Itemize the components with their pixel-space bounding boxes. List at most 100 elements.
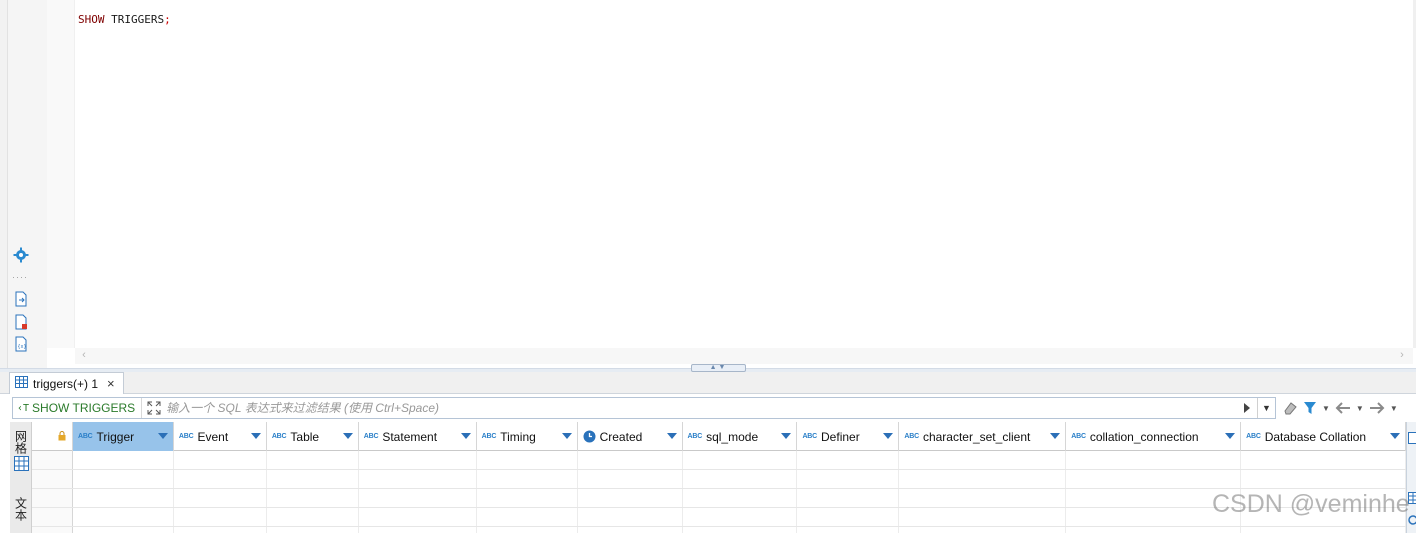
table-cell[interactable] [477,489,578,507]
table-cell[interactable] [359,508,477,526]
column-header-statement[interactable]: ABC Statement [359,422,477,451]
column-header-sql-mode[interactable]: ABC sql_mode [683,422,798,451]
table-cell[interactable] [899,527,1067,533]
table-cell[interactable] [683,508,798,526]
table-cell[interactable] [683,489,798,507]
table-cell[interactable] [578,527,683,533]
column-menu-icon[interactable] [1225,433,1236,439]
table-cell[interactable] [267,470,359,488]
table-cell[interactable] [797,470,900,488]
table-cell[interactable] [1241,451,1406,469]
table-cell[interactable] [359,527,477,533]
table-cell[interactable] [797,508,900,526]
scroll-left-icon[interactable]: ‹ [77,348,91,364]
filter-options-chevron-icon[interactable]: ▼ [1322,399,1330,417]
sql-editor[interactable]: SHOW TRIGGERS; [75,0,1413,348]
table-cell[interactable] [477,508,578,526]
source-query-label[interactable]: ‹T SHOW TRIGGERS [13,398,143,418]
column-menu-icon[interactable] [157,433,168,439]
editor-horizontal-scrollbar[interactable]: ‹ › [75,348,1413,364]
table-cell[interactable] [578,489,683,507]
table-cell[interactable] [359,489,477,507]
column-header-timing[interactable]: ABC Timing [477,422,578,451]
view-tab-grid[interactable]: 网格 [10,430,32,474]
table-cell[interactable] [73,470,174,488]
table-cell[interactable] [683,527,798,533]
navigate-back-icon[interactable] [1335,399,1351,417]
apply-filter-icon[interactable] [1237,398,1257,418]
filter-expression-input[interactable] [166,401,1237,415]
table-cell[interactable] [797,451,900,469]
new-script-icon[interactable] [12,290,30,308]
clear-filter-icon[interactable] [1282,399,1298,417]
table-cell[interactable] [174,470,267,488]
table-cell[interactable] [578,470,683,488]
table-cell[interactable] [578,451,683,469]
table-cell[interactable] [174,508,267,526]
table-cell[interactable] [797,489,900,507]
table-cell[interactable] [174,489,267,507]
column-menu-icon[interactable] [250,433,261,439]
filter-history-dropdown[interactable]: ▼ [1257,398,1275,418]
table-cell[interactable] [1066,527,1242,533]
column-menu-icon[interactable] [342,433,353,439]
column-header-trigger[interactable]: ABC Trigger [72,422,174,451]
column-menu-icon[interactable] [781,433,792,439]
expand-filter-icon[interactable] [142,398,166,418]
column-menu-icon[interactable] [883,433,894,439]
column-header-database-collation[interactable]: ABC Database Collation [1241,422,1406,451]
column-header-definer[interactable]: ABC Definer [797,422,900,451]
script-error-icon[interactable] [12,313,30,331]
column-header-table[interactable]: ABC Table [267,422,359,451]
close-icon[interactable]: × [107,377,115,390]
table-cell[interactable] [267,527,359,533]
column-header-event[interactable]: ABC Event [174,422,267,451]
table-cell[interactable] [1066,451,1242,469]
column-header-created[interactable]: Created [578,422,683,451]
table-cell[interactable] [797,527,900,533]
table-cell[interactable] [73,527,174,533]
scroll-right-icon[interactable]: › [1395,348,1409,364]
table-cell[interactable] [267,508,359,526]
table-cell[interactable] [73,451,174,469]
settings-gear-icon[interactable] [12,246,30,264]
row-number-header[interactable] [32,422,73,451]
table-cell[interactable] [899,451,1067,469]
table-cell[interactable] [174,451,267,469]
table-cell[interactable] [683,470,798,488]
table-cell[interactable] [1241,470,1406,488]
panel-properties-icon[interactable] [1408,432,1416,444]
script-variables-icon[interactable]: {x} [12,335,30,353]
filter-funnel-icon[interactable] [1303,399,1317,417]
navigate-forward-icon[interactable] [1369,399,1385,417]
results-grid[interactable]: ABC Trigger ABC Event ABC Table ABC Statement AB… [32,422,1406,533]
table-cell[interactable] [73,489,174,507]
table-cell[interactable] [477,470,578,488]
table-cell[interactable] [359,470,477,488]
table-cell[interactable] [267,451,359,469]
table-cell[interactable] [1241,527,1406,533]
column-menu-icon[interactable] [460,433,471,439]
table-cell[interactable] [899,508,1067,526]
table-cell[interactable] [578,508,683,526]
column-menu-icon[interactable] [1389,433,1400,439]
table-cell[interactable] [899,470,1067,488]
column-header-character-set-client[interactable]: ABC character_set_client [899,422,1067,451]
splitter-handle[interactable]: ▲▼ [691,364,746,372]
table-cell[interactable] [267,489,359,507]
table-cell[interactable] [174,527,267,533]
table-cell[interactable] [899,489,1067,507]
table-cell[interactable] [477,451,578,469]
table-cell[interactable] [683,451,798,469]
table-cell[interactable] [1066,470,1242,488]
table-cell[interactable] [477,527,578,533]
forward-history-chevron-icon[interactable]: ▼ [1390,399,1398,417]
column-header-collation-connection[interactable]: ABC collation_connection [1066,422,1242,451]
tab-triggers-result[interactable]: triggers(+) 1 × [9,372,124,394]
table-cell[interactable] [73,508,174,526]
table-cell[interactable] [359,451,477,469]
column-menu-icon[interactable] [561,433,572,439]
view-tab-text[interactable]: 文本 [10,497,32,521]
column-menu-icon[interactable] [666,433,677,439]
back-history-chevron-icon[interactable]: ▼ [1356,399,1364,417]
